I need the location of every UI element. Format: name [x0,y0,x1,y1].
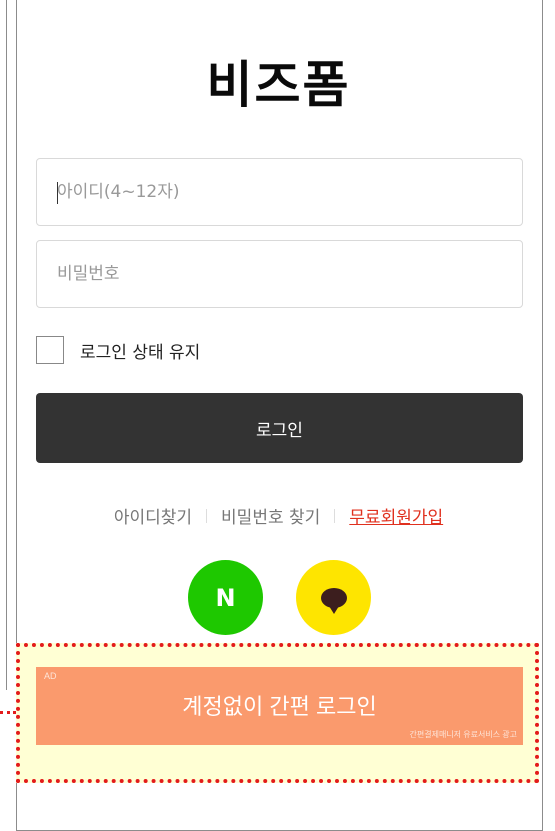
find-id-link[interactable]: 아이디찾기 [114,503,192,528]
ad-sub-text: 간편결제매니저 유료서비스 광고 [409,730,517,739]
link-divider [334,508,336,523]
kakao-speech-bubble-icon [320,587,347,614]
signup-link[interactable]: 무료회원가입 [349,503,443,528]
naver-n-icon: N [215,583,236,612]
id-input[interactable] [37,159,522,225]
find-password-link[interactable]: 비밀번호 찾기 [221,503,320,528]
ad-highlight-pointer [0,711,16,714]
link-divider [206,508,208,523]
naver-login-button[interactable]: N [188,560,263,635]
password-field[interactable] [36,240,523,308]
page-title: 비즈폼 [206,56,351,114]
login-button[interactable]: 로그인 [36,393,523,463]
keep-login-checkbox[interactable] [36,336,64,364]
keep-login-label: 로그인 상태 유지 [80,342,201,363]
kakao-login-button[interactable] [296,560,371,635]
ad-button-label: 계정없이 간편 로그인 [182,694,377,719]
password-input[interactable] [37,241,522,307]
ad-tag: AD [44,671,57,681]
easy-login-ad-button[interactable]: AD 계정없이 간편 로그인 간편결제매니저 유료서비스 광고 [36,667,523,745]
keep-login[interactable]: 로그인 상태 유지 [36,336,200,364]
id-field[interactable] [36,158,523,226]
left-border-line [0,0,7,690]
account-links: 아이디찾기 비밀번호 찾기 무료회원가입 [16,503,541,528]
text-cursor [57,182,58,204]
